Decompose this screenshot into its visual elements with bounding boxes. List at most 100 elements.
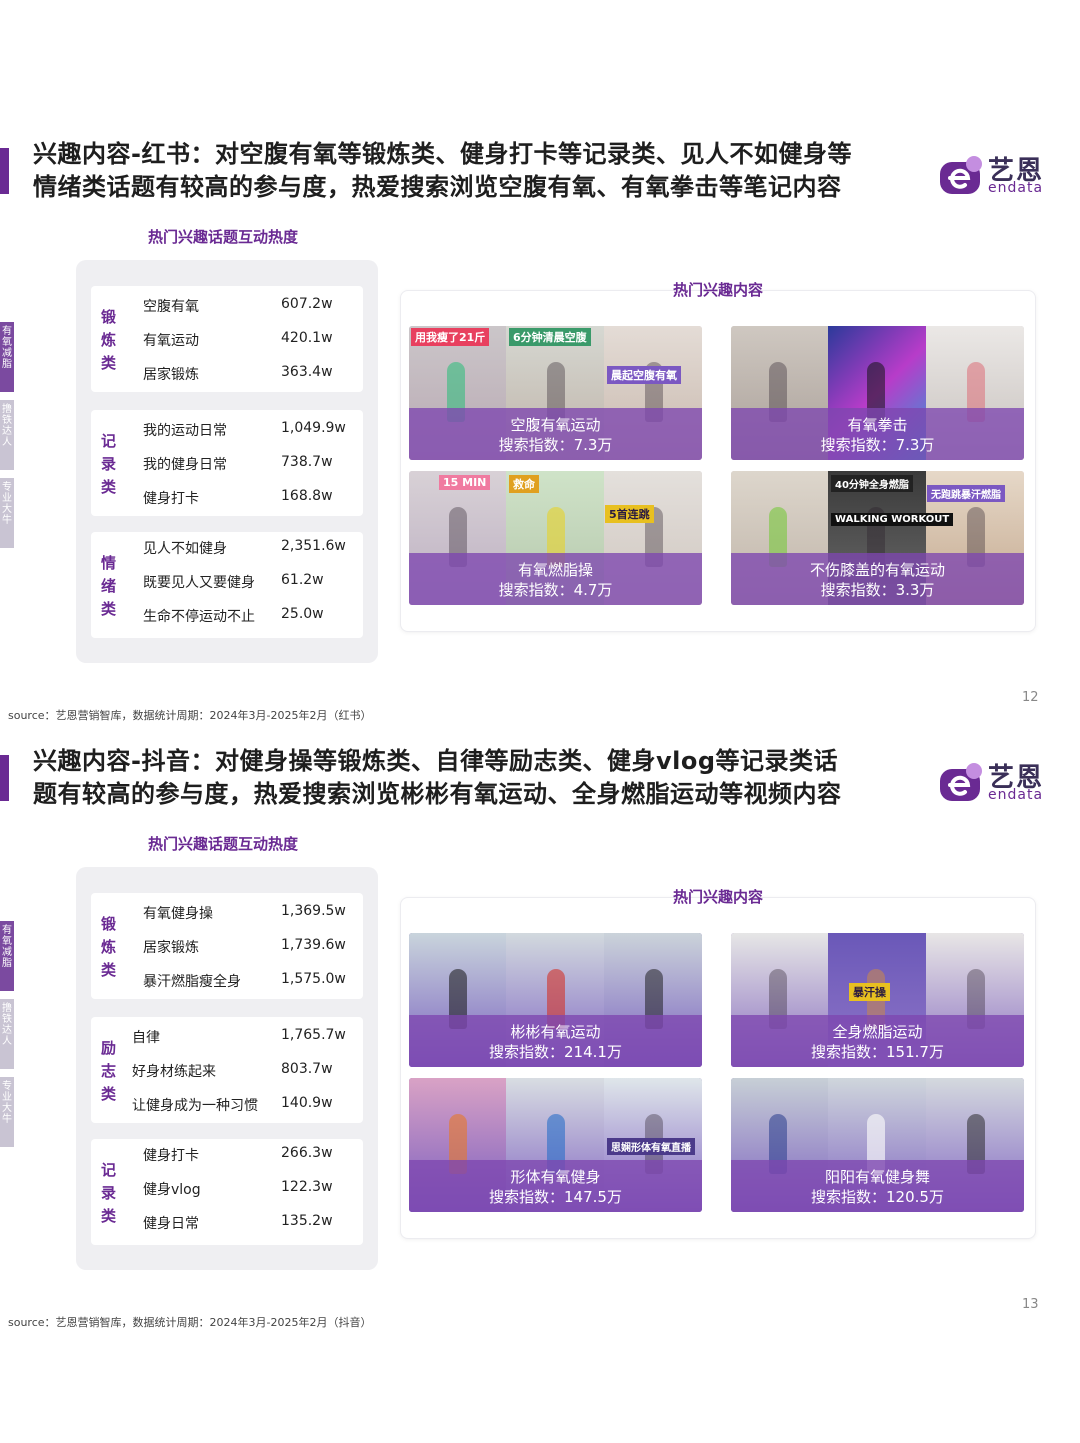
logo-english-name: endata [988,787,1044,803]
hot-content-title: 热门兴趣内容 [672,281,763,299]
topic-row: 健身打卡 266.3w [143,1145,363,1179]
topic-value: 1,739.6w [281,937,346,953]
topic-label: 好身材练起来 [132,1064,216,1080]
topic-value: 607.2w [281,296,333,312]
topic-value: 363.4w [281,364,333,380]
topic-label: 既要见人又要健身 [143,575,255,591]
topic-value: 1,369.5w [281,903,346,919]
thumbnail-banner: WALKING WORKOUT [831,513,954,526]
topic-row: 居家锻炼 363.4w [143,364,363,398]
side-tab-pro[interactable]: 专业大牛 [0,478,14,548]
thumbnail-banner: 思娴形体有氧直播 [607,1138,695,1155]
topic-group: 记录类 健身打卡 266.3w 健身vlog 122.3w 健身日常 135.2w [91,1139,363,1245]
endata-logo: 艺恩 endata [940,150,1050,202]
topics-section-title: 热门兴趣话题互动热度 [148,228,299,246]
content-title: 阳阳有氧健身舞 [824,1168,930,1186]
topic-value: 803.7w [281,1061,333,1077]
topic-label: 见人不如健身 [143,541,227,557]
side-tab-lifting[interactable]: 撸铁达人 [0,400,14,470]
topic-row: 好身材练起来 803.7w [132,1061,362,1095]
search-index: 搜索指数：7.3万 [498,436,613,454]
search-index: 搜索指数：7.3万 [820,436,935,454]
topic-value: 420.1w [281,330,333,346]
logo-english-name: endata [988,180,1044,196]
search-index: 搜索指数：147.5万 [489,1188,622,1206]
topic-group: 励志类 自律 1,765.7w 好身材练起来 803.7w 让健身成为一种习惯 140… [91,1017,363,1123]
thumbnail-banner: 5首连跳 [605,505,654,523]
topic-label: 居家锻炼 [143,940,199,956]
topic-heat-panel: 锻炼类 有氧健身操 1,369.5w 居家锻炼 1,739.6w 暴汗燃脂瘦全身 1,… [76,867,378,1270]
slide-headline: 兴趣内容-红书：对空腹有氧等锻炼类、健身打卡等记录类、见人不如健身等 情绪类话题… [33,138,953,204]
group-name: 记录类 [101,432,117,496]
search-index: 搜索指数：120.5万 [811,1188,944,1206]
side-tab-pro[interactable]: 专业大牛 [0,1077,14,1147]
headline-line-1: 兴趣内容-抖音：对健身操等锻炼类、自律等励志类、健身vlog等记录类话 [33,747,838,775]
search-index: 搜索指数：4.7万 [498,581,613,599]
search-index: 搜索指数：151.7万 [811,1043,944,1061]
side-tab-aerobic[interactable]: 有氧减脂 [0,322,14,392]
thumbnail-banner: 晨起空腹有氧 [607,366,681,384]
endata-logo: 艺恩 endata [940,757,1050,809]
search-index: 搜索指数：214.1万 [489,1043,622,1061]
thumbnail-banner: 6分钟清晨空腹 [509,328,591,346]
thumbnail-banner: 40分钟全身燃脂 [831,475,913,492]
page-number: 13 [1022,1297,1039,1312]
topic-row: 我的健身日常 738.7w [143,454,363,488]
content-title: 空腹有氧运动 [510,416,601,434]
endata-logo-mark-icon [940,763,982,801]
topic-value: 140.9w [281,1095,333,1111]
topic-value: 266.3w [281,1145,333,1161]
topic-row: 健身vlog 122.3w [143,1179,363,1213]
slide-12: 兴趣内容-红书：对空腹有氧等锻炼类、健身打卡等记录类、见人不如健身等 情绪类话题… [0,0,1080,722]
headline-line-2: 情绪类话题有较高的参与度，热爱搜索浏览空腹有氧、有氧拳击等笔记内容 [33,173,842,201]
topic-row: 见人不如健身 2,351.6w [143,538,363,572]
content-card[interactable]: 15 MIN 救命 5首连跳 有氧燃脂操 搜索指数：4.7万 [409,471,702,605]
content-title: 形体有氧健身 [510,1168,601,1186]
content-card[interactable]: 思娴形体有氧直播 形体有氧健身 搜索指数：147.5万 [409,1078,702,1212]
endata-logo-mark-icon [940,156,982,194]
hot-content-panel: 热门兴趣内容 彬彬有氧运动 搜索指数：214.1万 暴汗操 全身燃脂运动 搜索指… [400,888,1036,1239]
content-title: 有氧燃脂操 [517,561,593,579]
group-name: 锻炼类 [101,308,117,372]
topic-label: 健身日常 [143,1216,199,1232]
headline-line-1: 兴趣内容-红书：对空腹有氧等锻炼类、健身打卡等记录类、见人不如健身等 [33,140,852,168]
side-tab-aerobic[interactable]: 有氧减脂 [0,921,14,991]
slide-13: 兴趣内容-抖音：对健身操等锻炼类、自律等励志类、健身vlog等记录类话 题有较高… [0,607,1080,1329]
topic-value: 1,765.7w [281,1027,346,1043]
title-accent-bar [0,148,9,194]
topic-value: 61.2w [281,572,324,588]
topic-label: 有氧运动 [143,333,199,349]
topic-value: 168.8w [281,488,333,504]
content-card[interactable]: 有氧拳击 搜索指数：7.3万 [731,326,1024,460]
group-name: 记录类 [101,1161,117,1225]
content-title: 彬彬有氧运动 [510,1023,601,1041]
hot-content-title: 热门兴趣内容 [672,888,763,906]
side-tab-lifting[interactable]: 撸铁达人 [0,999,14,1069]
topic-label: 健身打卡 [143,1148,199,1164]
topic-row: 空腹有氧 607.2w [143,296,363,330]
thumbnail-banner: 暴汗操 [849,983,890,1001]
topic-group: 锻炼类 有氧健身操 1,369.5w 居家锻炼 1,739.6w 暴汗燃脂瘦全身 1,… [91,893,363,999]
source-note: source：艺恩营销智库，数据统计周期：2024年3月-2025年2月（抖音） [8,1316,372,1329]
content-card[interactable]: 彬彬有氧运动 搜索指数：214.1万 [409,933,702,1067]
topic-row: 有氧运动 420.1w [143,330,363,364]
topic-row: 让健身成为一种习惯 140.9w [132,1095,362,1129]
content-card[interactable]: 阳阳有氧健身舞 搜索指数：120.5万 [731,1078,1024,1212]
topic-label: 空腹有氧 [143,299,199,315]
hot-content-panel: 热门兴趣内容 用我瘦了21斤 6分钟清晨空腹 晨起空腹有氧 空腹有氧运动 搜索指… [400,281,1036,632]
topic-row: 暴汗燃脂瘦全身 1,575.0w [143,971,363,1005]
topic-row: 健身打卡 168.8w [143,488,363,522]
topics-section-title: 热门兴趣话题互动热度 [148,835,299,853]
group-name: 锻炼类 [101,915,117,979]
content-card[interactable]: 用我瘦了21斤 6分钟清晨空腹 晨起空腹有氧 空腹有氧运动 搜索指数：7.3万 [409,326,702,460]
topic-row: 自律 1,765.7w [132,1027,362,1061]
topic-row: 健身日常 135.2w [143,1213,363,1247]
topic-label: 健身打卡 [143,491,199,507]
topic-value: 1,049.9w [281,420,346,436]
group-name: 励志类 [101,1039,117,1103]
topic-value: 2,351.6w [281,538,346,554]
topic-label: 我的健身日常 [143,457,227,473]
content-card[interactable]: 40分钟全身燃脂 WALKING WORKOUT 无跑跳暴汗燃脂 不伤膝盖的有氧… [731,471,1024,605]
content-card[interactable]: 暴汗操 全身燃脂运动 搜索指数：151.7万 [731,933,1024,1067]
topic-value: 1,575.0w [281,971,346,987]
